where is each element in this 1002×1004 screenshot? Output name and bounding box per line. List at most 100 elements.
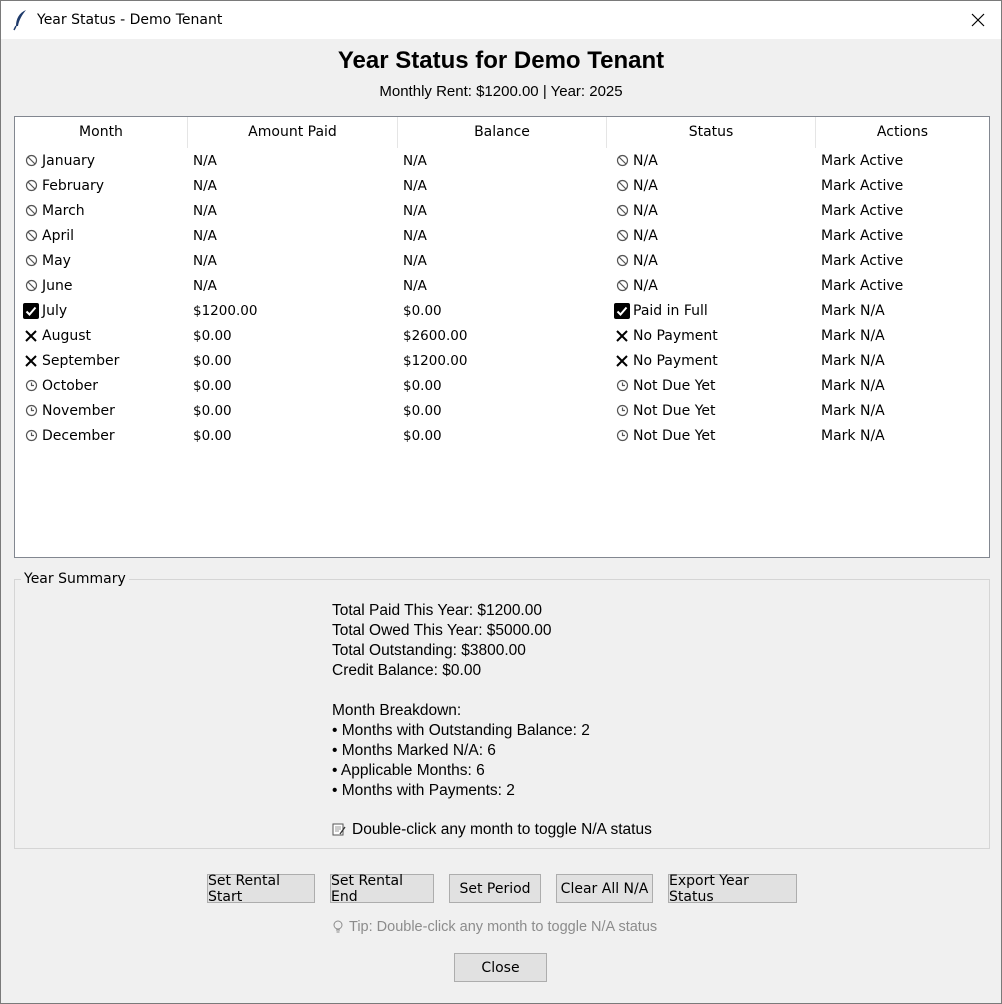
set-period-button[interactable]: Set Period bbox=[449, 874, 541, 903]
cell-amount-paid: N/A bbox=[193, 202, 217, 219]
month-label: July bbox=[42, 302, 68, 319]
export-year-status-button[interactable]: Export Year Status bbox=[668, 873, 797, 905]
table-row[interactable]: June N/A N/A N/A Mark Active bbox=[15, 273, 989, 298]
clock-icon bbox=[614, 403, 630, 419]
year-summary-text: Total Paid This Year: $1200.00 Total Owe… bbox=[332, 601, 590, 801]
check-icon bbox=[614, 302, 630, 319]
cell-amount-paid: N/A bbox=[193, 277, 217, 294]
cell-action[interactable]: Mark N/A bbox=[816, 373, 989, 398]
cell-action[interactable]: Mark Active bbox=[816, 273, 989, 298]
table-row[interactable]: February N/A N/A N/A Mark Active bbox=[15, 173, 989, 198]
na-icon bbox=[23, 278, 39, 294]
cell-action[interactable]: Mark Active bbox=[816, 223, 989, 248]
na-icon bbox=[614, 178, 630, 194]
column-header-status[interactable]: Status bbox=[607, 117, 816, 148]
cell-action[interactable]: Mark Active bbox=[816, 248, 989, 273]
close-button[interactable]: Close bbox=[454, 953, 547, 982]
cell-action[interactable]: Mark Active bbox=[816, 198, 989, 223]
page-subtitle: Monthly Rent: $1200.00 | Year: 2025 bbox=[379, 83, 623, 100]
cell-month: August bbox=[15, 323, 188, 348]
table-row[interactable]: December $0.00 $0.00 Not Due Yet Mark N/A bbox=[15, 423, 989, 448]
summary-line: • Months with Outstanding Balance: 2 bbox=[332, 722, 590, 739]
column-header-balance[interactable]: Balance bbox=[398, 117, 607, 148]
month-label: April bbox=[42, 227, 74, 244]
window-close-button[interactable] bbox=[955, 1, 1001, 39]
clock-icon bbox=[23, 378, 39, 394]
cell-balance: $0.00 bbox=[403, 427, 442, 444]
cell-month: March bbox=[15, 198, 188, 223]
tip-text: Tip: Double-click any month to toggle N/… bbox=[349, 919, 658, 935]
na-icon bbox=[614, 153, 630, 169]
set-rental-end-button[interactable]: Set Rental End bbox=[330, 873, 434, 905]
table-row[interactable]: August $0.00 $2600.00 No Payment Mark N/A bbox=[15, 323, 989, 348]
table-row[interactable]: May N/A N/A N/A Mark Active bbox=[15, 248, 989, 273]
cell-action[interactable]: Mark N/A bbox=[816, 423, 989, 448]
cell-month: December bbox=[15, 423, 188, 448]
cell-amount-paid: $0.00 bbox=[193, 352, 232, 369]
table-row[interactable]: July $1200.00 $0.00 Paid in Full Mark N/A bbox=[15, 298, 989, 323]
table-row[interactable]: April N/A N/A N/A Mark Active bbox=[15, 223, 989, 248]
cell-action[interactable]: Mark N/A bbox=[816, 323, 989, 348]
summary-line: Total Outstanding: $3800.00 bbox=[332, 642, 526, 659]
memo-icon bbox=[332, 822, 348, 838]
cell-amount-paid: N/A bbox=[193, 227, 217, 244]
year-status-window: Year Status - Demo Tenant Year Status fo… bbox=[0, 0, 1002, 1004]
cell-action[interactable]: Mark N/A bbox=[816, 348, 989, 373]
na-icon bbox=[614, 228, 630, 244]
cell-action[interactable]: Mark Active bbox=[816, 148, 989, 173]
cross-icon bbox=[23, 353, 39, 369]
column-header-month[interactable]: Month bbox=[15, 117, 188, 148]
cell-month: July bbox=[15, 298, 188, 323]
clock-icon bbox=[614, 428, 630, 444]
clear-all-na-button[interactable]: Clear All N/A bbox=[556, 874, 653, 903]
clock-icon bbox=[23, 403, 39, 419]
year-summary-legend: Year Summary bbox=[21, 571, 129, 587]
cell-month: June bbox=[15, 273, 188, 298]
month-label: January bbox=[42, 152, 96, 169]
summary-line: Total Owed This Year: $5000.00 bbox=[332, 622, 552, 639]
na-icon bbox=[23, 203, 39, 219]
cell-balance: $2600.00 bbox=[403, 327, 468, 344]
cell-action[interactable]: Mark N/A bbox=[816, 298, 989, 323]
set-rental-start-button[interactable]: Set Rental Start bbox=[207, 873, 315, 905]
cell-balance: $0.00 bbox=[403, 402, 442, 419]
na-icon bbox=[614, 278, 630, 294]
cell-status: Paid in Full bbox=[607, 298, 816, 323]
cell-status: Not Due Yet bbox=[607, 423, 816, 448]
cell-balance: N/A bbox=[403, 202, 427, 219]
table-header: Month Amount Paid Balance Status Actions bbox=[15, 117, 989, 148]
table-row[interactable]: October $0.00 $0.00 Not Due Yet Mark N/A bbox=[15, 373, 989, 398]
month-label: October bbox=[42, 377, 99, 394]
month-label: August bbox=[42, 327, 91, 344]
cell-balance: $0.00 bbox=[403, 302, 442, 319]
table-row[interactable]: January N/A N/A N/A Mark Active bbox=[15, 148, 989, 173]
cell-action[interactable]: Mark N/A bbox=[816, 398, 989, 423]
month-label: March bbox=[42, 202, 85, 219]
check-icon bbox=[23, 302, 39, 319]
summary-line bbox=[332, 681, 590, 701]
summary-line: Credit Balance: $0.00 bbox=[332, 662, 482, 679]
column-header-actions[interactable]: Actions bbox=[816, 117, 989, 148]
cell-balance: $1200.00 bbox=[403, 352, 468, 369]
table-body: January N/A N/A N/A Mark Active February N/A N/… bbox=[15, 148, 989, 448]
table-row[interactable]: November $0.00 $0.00 Not Due Yet Mark N/A bbox=[15, 398, 989, 423]
month-label: September bbox=[42, 352, 120, 369]
table-row[interactable]: March N/A N/A N/A Mark Active bbox=[15, 198, 989, 223]
cell-amount-paid: N/A bbox=[193, 152, 217, 169]
month-label: December bbox=[42, 427, 115, 444]
cell-amount-paid: $0.00 bbox=[193, 427, 232, 444]
table-row[interactable]: September $0.00 $1200.00 No Payment Mark N/A bbox=[15, 348, 989, 373]
status-label: N/A bbox=[633, 252, 658, 269]
cell-action[interactable]: Mark Active bbox=[816, 173, 989, 198]
month-label: May bbox=[42, 252, 71, 269]
column-header-amount-paid[interactable]: Amount Paid bbox=[188, 117, 398, 148]
year-status-table[interactable]: Month Amount Paid Balance Status Actions… bbox=[14, 116, 990, 558]
summary-line: Month Breakdown: bbox=[332, 702, 462, 719]
clock-icon bbox=[23, 428, 39, 444]
month-label: November bbox=[42, 402, 115, 419]
clock-icon bbox=[614, 378, 630, 394]
cell-balance: N/A bbox=[403, 177, 427, 194]
cell-amount-paid: $0.00 bbox=[193, 377, 232, 394]
na-icon bbox=[23, 228, 39, 244]
summary-line: • Months Marked N/A: 6 bbox=[332, 742, 496, 759]
